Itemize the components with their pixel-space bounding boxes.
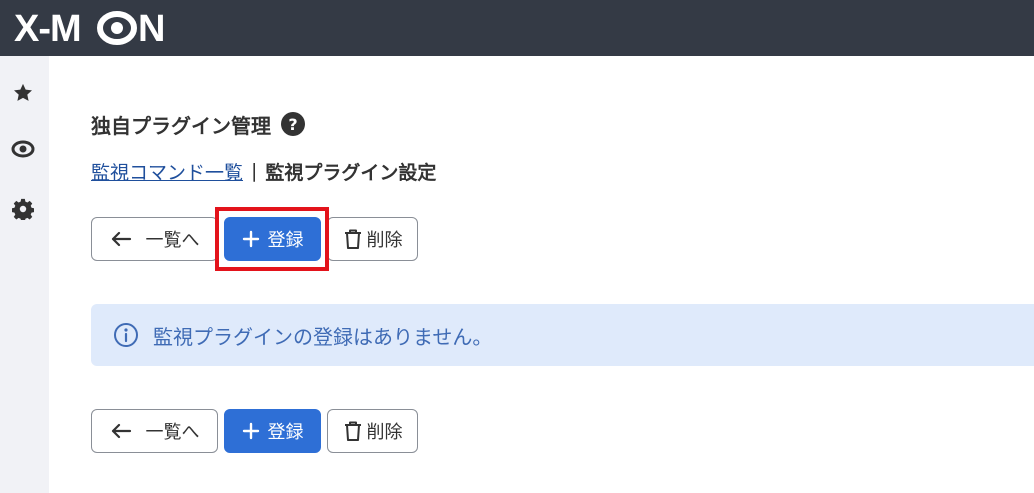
breadcrumb-current: 監視プラグイン設定 xyxy=(265,161,437,184)
plus-icon xyxy=(242,422,260,440)
register-button-highlight-box xyxy=(215,207,329,271)
delete-button-label: 削除 xyxy=(366,230,403,251)
register-button-label: 登録 xyxy=(267,422,304,443)
gear-icon[interactable] xyxy=(10,196,36,222)
main-content: 独自プラグイン管理 ? 監視コマンド一覧 | 監視プラグイン設定 一覧へ 登録 … xyxy=(49,56,1034,493)
action-bar-bottom: 一覧へ 登録 削除 xyxy=(91,409,418,453)
x-mon-logo[interactable]: X-M N xyxy=(14,8,192,48)
top-header-bar: X-M N xyxy=(0,0,1034,56)
page-title: 独自プラグイン管理 ? xyxy=(91,109,305,139)
info-icon xyxy=(113,322,139,348)
delete-button[interactable]: 削除 xyxy=(327,217,418,261)
sidebar xyxy=(0,56,49,493)
page-title-text: 独自プラグイン管理 xyxy=(91,113,271,138)
info-alert: 監視プラグインの登録はありません。 xyxy=(91,304,1034,366)
help-icon[interactable]: ? xyxy=(281,112,305,136)
delete-button-label: 削除 xyxy=(366,422,403,443)
svg-text:N: N xyxy=(138,8,165,48)
svg-text:X-M: X-M xyxy=(14,8,81,48)
back-to-list-button[interactable]: 一覧へ xyxy=(91,409,218,453)
delete-button[interactable]: 削除 xyxy=(327,409,418,453)
info-alert-message: 監視プラグインの登録はありません。 xyxy=(153,324,493,349)
arrow-left-icon xyxy=(110,423,132,439)
back-button-label: 一覧へ xyxy=(145,230,200,251)
eye-icon[interactable] xyxy=(10,136,36,162)
back-button-label: 一覧へ xyxy=(145,422,200,443)
back-to-list-button[interactable]: 一覧へ xyxy=(91,217,218,261)
breadcrumb-separator: | xyxy=(251,160,258,182)
trash-icon xyxy=(343,420,363,442)
trash-icon xyxy=(343,228,363,250)
breadcrumb-link-commands[interactable]: 監視コマンド一覧 xyxy=(91,158,243,185)
register-button[interactable]: 登録 xyxy=(224,409,321,453)
arrow-left-icon xyxy=(110,231,132,247)
breadcrumb: 監視コマンド一覧 | 監視プラグイン設定 xyxy=(91,156,436,186)
star-icon[interactable] xyxy=(10,80,36,106)
